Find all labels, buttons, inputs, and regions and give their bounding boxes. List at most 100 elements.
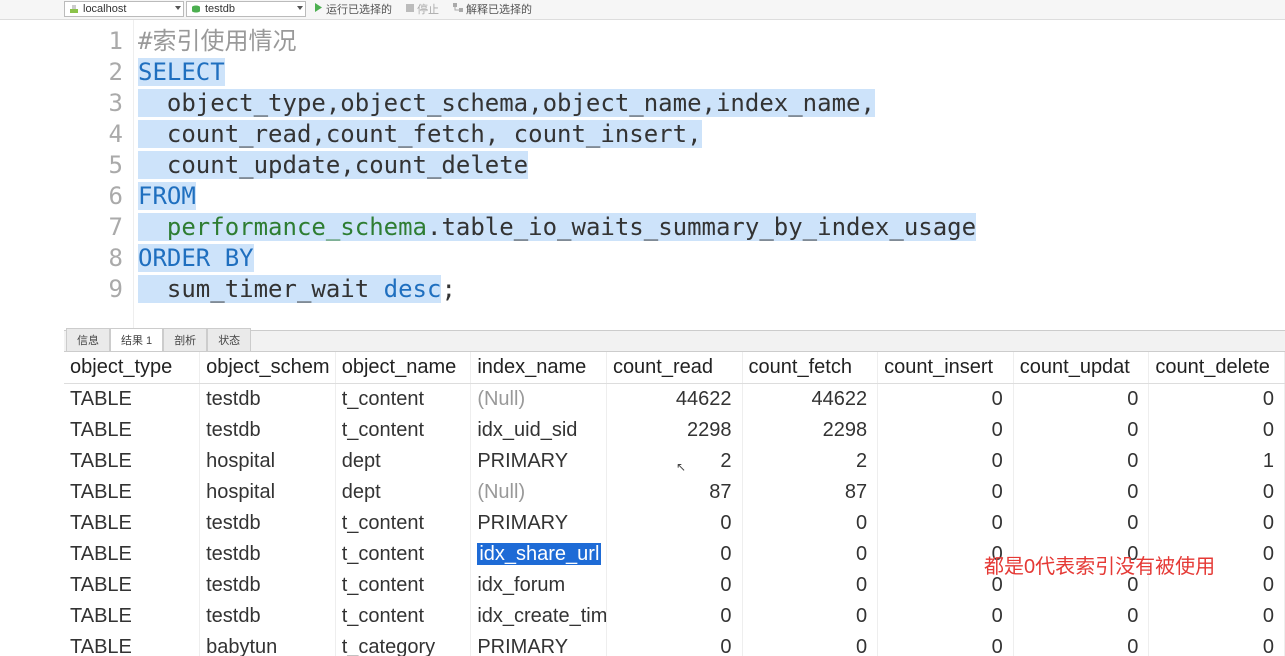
table-cell[interactable]: 0 <box>606 539 742 570</box>
table-cell[interactable]: t_content <box>335 415 471 446</box>
table-cell[interactable]: 0 <box>1013 383 1149 415</box>
table-cell[interactable]: PRIMARY <box>471 632 607 656</box>
table-cell[interactable]: 44622 <box>742 383 878 415</box>
column-header[interactable]: count_insert <box>878 352 1014 384</box>
table-cell[interactable]: idx_forum <box>471 570 607 601</box>
table-cell[interactable]: 0 <box>606 601 742 632</box>
table-cell[interactable]: 0 <box>742 508 878 539</box>
table-cell[interactable]: 0 <box>878 383 1014 415</box>
table-cell[interactable]: TABLE <box>64 632 200 656</box>
table-cell[interactable]: testdb <box>200 415 336 446</box>
table-cell[interactable]: 0 <box>1013 601 1149 632</box>
table-cell[interactable]: babytun <box>200 632 336 656</box>
table-cell[interactable]: 0 <box>878 415 1014 446</box>
table-cell[interactable]: 87 <box>742 477 878 508</box>
tab-结果 1[interactable]: 结果 1 <box>110 328 163 351</box>
table-cell[interactable]: 0 <box>878 477 1014 508</box>
code-line[interactable]: count_read,count_fetch, count_insert, <box>138 119 976 150</box>
code-line[interactable]: count_update,count_delete <box>138 150 976 181</box>
table-cell[interactable]: testdb <box>200 539 336 570</box>
code-content[interactable]: #索引使用情况SELECT object_type,object_schema,… <box>134 20 976 330</box>
table-cell[interactable]: TABLE <box>64 383 200 415</box>
table-cell[interactable]: 0 <box>742 601 878 632</box>
table-cell[interactable]: TABLE <box>64 415 200 446</box>
column-header[interactable]: count_updat <box>1013 352 1149 384</box>
table-cell[interactable]: idx_create_tim <box>471 601 607 632</box>
table-row[interactable]: TABLEtestdbt_contentidx_create_tim00000 <box>64 601 1285 632</box>
code-line[interactable]: object_type,object_schema,object_name,in… <box>138 88 976 119</box>
table-row[interactable]: TABLEtestdbt_content(Null)4462244622000 <box>64 383 1285 415</box>
table-cell[interactable]: TABLE <box>64 477 200 508</box>
table-cell[interactable]: 0 <box>1149 477 1285 508</box>
table-cell[interactable]: idx_uid_sid <box>471 415 607 446</box>
results-grid[interactable]: object_typeobject_schemobject_nameindex_… <box>64 352 1285 656</box>
table-cell[interactable]: 0 <box>1013 415 1149 446</box>
run-selected-button[interactable]: 运行已选择的 <box>308 1 398 17</box>
table-cell[interactable]: 0 <box>1149 601 1285 632</box>
table-row[interactable]: TABLEhospitaldeptPRIMARY22001 <box>64 446 1285 477</box>
table-cell[interactable]: 0 <box>742 570 878 601</box>
table-cell[interactable]: hospital <box>200 446 336 477</box>
code-line[interactable]: SELECT <box>138 57 976 88</box>
table-cell[interactable]: testdb <box>200 383 336 415</box>
table-cell[interactable]: TABLE <box>64 570 200 601</box>
tab-状态[interactable]: 状态 <box>207 328 251 351</box>
database-dropdown[interactable]: testdb <box>186 1 306 17</box>
table-cell[interactable]: PRIMARY <box>471 446 607 477</box>
tab-信息[interactable]: 信息 <box>66 328 110 351</box>
table-row[interactable]: TABLEtestdbt_contentPRIMARY00000 <box>64 508 1285 539</box>
table-cell[interactable]: dept <box>335 477 471 508</box>
results-table[interactable]: object_typeobject_schemobject_nameindex_… <box>64 352 1285 656</box>
table-row[interactable]: TABLEtestdbt_contentidx_uid_sid229822980… <box>64 415 1285 446</box>
table-cell[interactable]: hospital <box>200 477 336 508</box>
table-cell[interactable]: 0 <box>742 632 878 656</box>
column-header[interactable]: count_delete <box>1149 352 1285 384</box>
table-cell[interactable]: TABLE <box>64 601 200 632</box>
table-cell[interactable]: 0 <box>1149 415 1285 446</box>
table-cell[interactable]: t_content <box>335 508 471 539</box>
table-cell[interactable]: 2298 <box>606 415 742 446</box>
table-cell[interactable]: 1 <box>1149 446 1285 477</box>
table-cell[interactable]: t_content <box>335 383 471 415</box>
table-cell[interactable]: idx_share_url <box>471 539 607 570</box>
code-line[interactable]: sum_timer_wait desc; <box>138 274 976 305</box>
table-cell[interactable]: ▸TABLE <box>64 539 200 570</box>
table-cell[interactable]: (Null) <box>471 383 607 415</box>
code-line[interactable]: #索引使用情况 <box>138 26 976 57</box>
column-header[interactable]: object_name <box>335 352 471 384</box>
tab-剖析[interactable]: 剖析 <box>163 328 207 351</box>
table-cell[interactable]: 0 <box>878 632 1014 656</box>
explain-selected-button[interactable]: 解释已选择的 <box>447 1 538 17</box>
table-cell[interactable]: testdb <box>200 508 336 539</box>
table-cell[interactable]: (Null) <box>471 477 607 508</box>
table-cell[interactable]: 0 <box>878 446 1014 477</box>
code-line[interactable]: performance_schema.table_io_waits_summar… <box>138 212 976 243</box>
sql-editor[interactable]: 123456789 #索引使用情况SELECT object_type,obje… <box>0 20 1285 330</box>
column-header[interactable]: object_schem <box>200 352 336 384</box>
table-row[interactable]: TABLEhospitaldept(Null)8787000 <box>64 477 1285 508</box>
code-line[interactable]: FROM <box>138 181 976 212</box>
table-cell[interactable]: 0 <box>606 570 742 601</box>
table-cell[interactable]: TABLE <box>64 446 200 477</box>
table-row[interactable]: TABLEbabytunt_categoryPRIMARY00000 <box>64 632 1285 656</box>
table-cell[interactable]: 0 <box>1149 383 1285 415</box>
table-cell[interactable]: t_content <box>335 539 471 570</box>
table-cell[interactable]: 0 <box>1013 446 1149 477</box>
table-cell[interactable]: 0 <box>878 508 1014 539</box>
code-line[interactable]: ORDER BY <box>138 243 976 274</box>
table-cell[interactable]: PRIMARY <box>471 508 607 539</box>
table-cell[interactable]: 44622 <box>606 383 742 415</box>
table-cell[interactable]: 0 <box>1013 477 1149 508</box>
column-header[interactable]: object_type <box>64 352 200 384</box>
table-cell[interactable]: testdb <box>200 601 336 632</box>
table-cell[interactable]: 2 <box>606 446 742 477</box>
table-cell[interactable]: dept <box>335 446 471 477</box>
table-cell[interactable]: 0 <box>606 632 742 656</box>
table-cell[interactable]: t_content <box>335 570 471 601</box>
table-cell[interactable]: 0 <box>1013 632 1149 656</box>
column-header[interactable]: count_read <box>606 352 742 384</box>
table-cell[interactable]: t_category <box>335 632 471 656</box>
stop-button[interactable]: 停止 <box>400 1 445 17</box>
column-header[interactable]: count_fetch <box>742 352 878 384</box>
table-cell[interactable]: 2 <box>742 446 878 477</box>
